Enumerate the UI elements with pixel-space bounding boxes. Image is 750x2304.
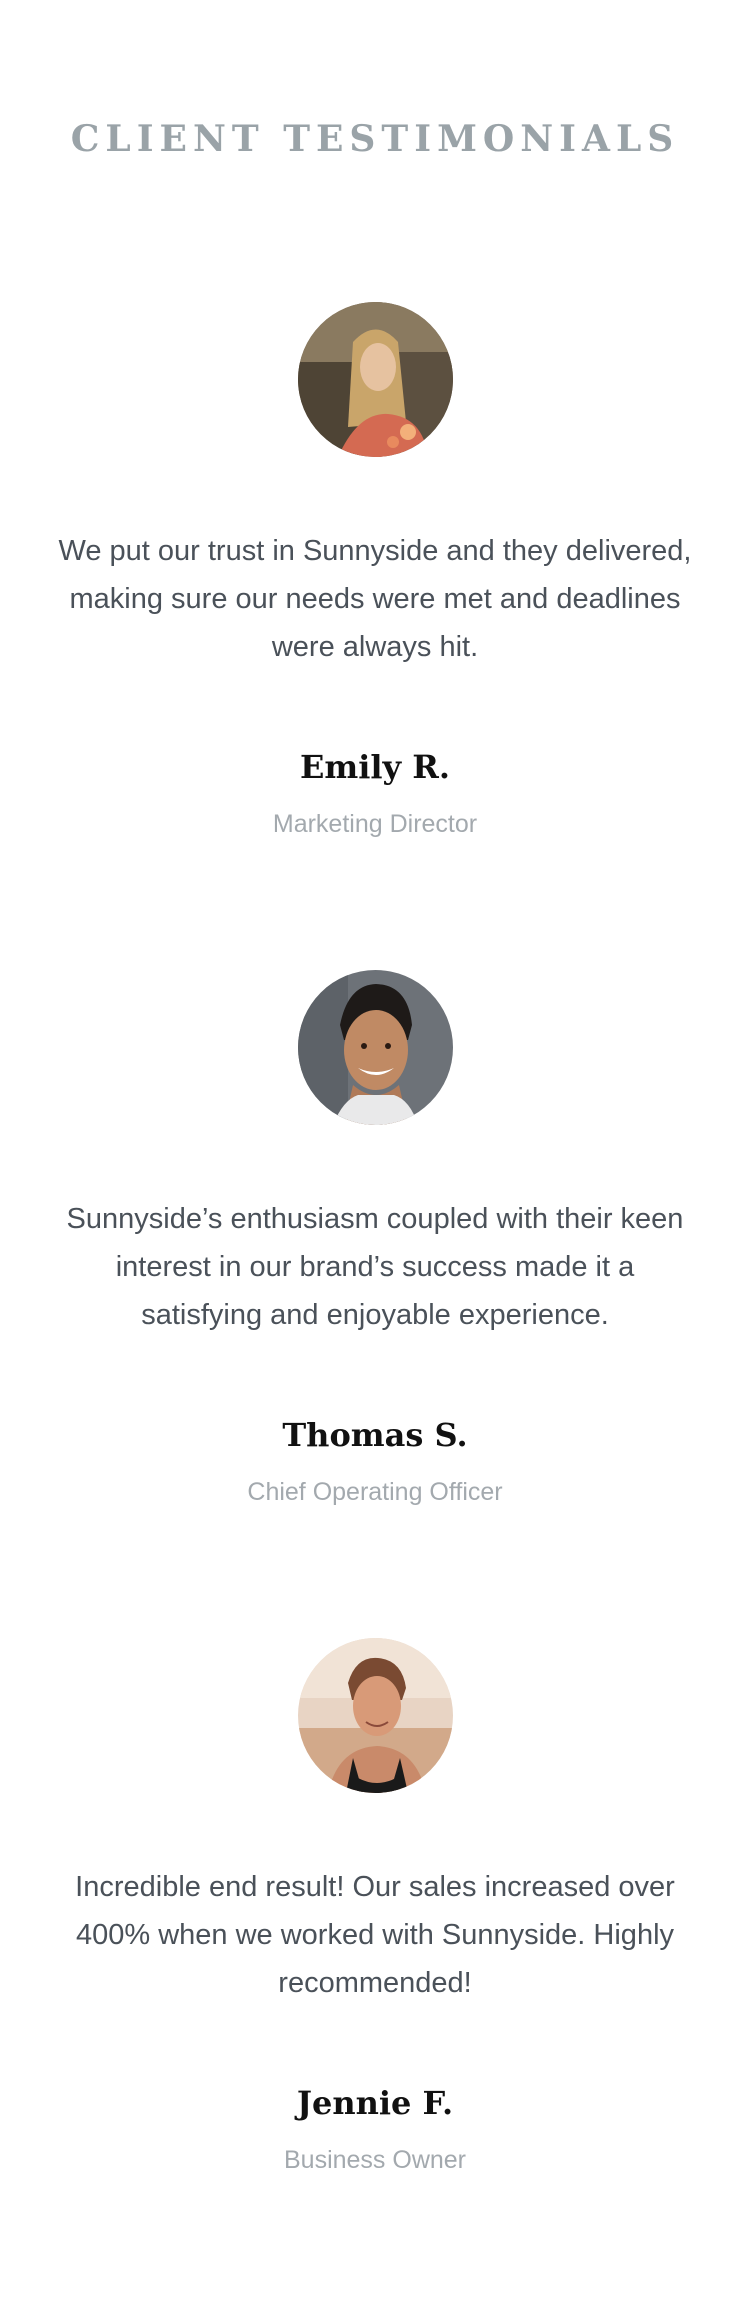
testimonials-page: CLIENT TESTIMONIALS We put our trust in … — [0, 0, 750, 2304]
testimonial-role: Chief Operating Officer — [247, 1478, 503, 1506]
avatar — [297, 970, 453, 1125]
testimonial-name: Emily R. — [299, 748, 451, 786]
testimonial-card: We put our trust in Sunnyside and they d… — [0, 302, 750, 841]
testimonial-quote: We put our trust in Sunnyside and they d… — [58, 535, 692, 663]
section-title: CLIENT TESTIMONIALS — [70, 118, 680, 160]
testimonial-role: Marketing Director — [272, 810, 478, 838]
testimonial-card: Incredible end result! Our sales increas… — [0, 1638, 750, 2177]
avatar — [297, 1638, 453, 1793]
avatar — [297, 302, 453, 457]
testimonial-quote: Incredible end result! Our sales increas… — [75, 1871, 675, 1999]
testimonial-name: Jennie F. — [296, 2084, 454, 2122]
testimonial-role: Business Owner — [283, 2146, 467, 2174]
testimonial-name: Thomas S. — [282, 1416, 468, 1454]
testimonial-card: Sunnyside’s enthusiasm coupled with thei… — [0, 970, 750, 1509]
testimonial-quote: Sunnyside’s enthusiasm coupled with thei… — [66, 1203, 684, 1331]
